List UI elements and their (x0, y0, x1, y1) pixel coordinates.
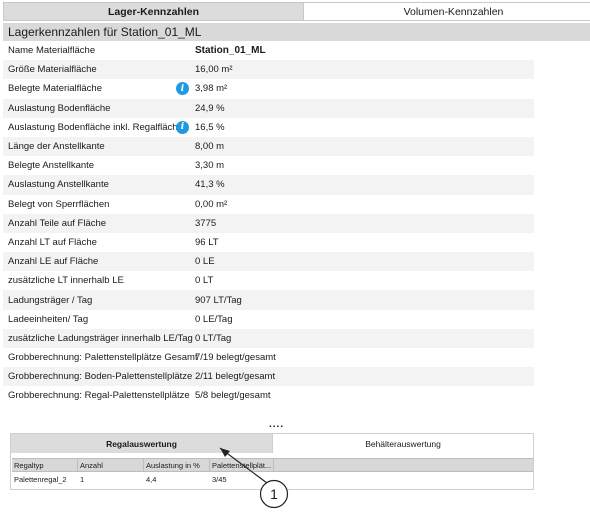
row-label: Grobberechnung: Boden-Palettenstellplätz… (8, 371, 193, 383)
row-value: 2/11 belegt/gesamt (195, 371, 276, 383)
grid-cell: Palettenregal_2 (14, 474, 67, 484)
row-label: Name Materialfläche (8, 45, 96, 57)
table-row: Größe Materialfläche 16,00 m² (3, 60, 534, 80)
row-value: 0 LE/Tag (195, 313, 233, 325)
row-value: 16,5 % (195, 121, 225, 133)
table-row: Grobberechnung: Regal-Palettenstellplätz… (3, 386, 534, 405)
row-label: Länge der Anstellkante (8, 141, 105, 153)
table-row: Grobberechnung: Boden-Palettenstellplätz… (3, 367, 534, 387)
row-value: 3,30 m (195, 160, 225, 172)
grid-cell: 3/45 (212, 474, 227, 484)
row-value: 0 LE (195, 256, 215, 268)
column-header-regaltyp[interactable]: Regaltyp (12, 459, 78, 471)
row-value: 3775 (195, 217, 217, 229)
table-row: Länge der Anstellkante 8,00 m (3, 136, 534, 157)
row-label: Größe Materialfläche (8, 64, 97, 76)
row-label: Auslastung Bodenfläche (8, 102, 111, 114)
column-header-auslastung[interactable]: Auslastung in % (144, 459, 210, 471)
row-value: 0,00 m² (195, 198, 228, 210)
row-label: Auslastung Bodenfläche inkl. Regalfläche (8, 121, 183, 133)
table-row: Belegte Anstellkante 3,30 m (3, 156, 534, 175)
row-label: zusätzliche LT innerhalb LE (8, 275, 124, 287)
table-row: Name Materialfläche Station_01_ML (3, 41, 534, 60)
row-value: Station_01_ML (195, 45, 266, 57)
row-label: Belegt von Sperrflächen (8, 198, 110, 210)
row-value: 0 LT (195, 275, 214, 287)
grid-cell (274, 472, 533, 486)
table-row: Auslastung Bodenfläche 24,9 % (3, 98, 534, 118)
row-label: Auslastung Anstellkante (8, 179, 109, 191)
top-tab-bar: Lager-Kennzahlen Volumen-Kennzahlen (3, 2, 590, 21)
table-row: Anzahl Teile auf Fläche 3775 (3, 213, 534, 233)
row-label: Anzahl Teile auf Fläche (8, 217, 107, 229)
regal-panel: Regalauswertung Behälterauswertung Regal… (10, 433, 534, 490)
table-row: Ladungsträger / Tag 907 LT/Tag (3, 290, 534, 310)
section-title: Lagerkennzahlen für Station_01_ML (3, 23, 590, 41)
table-row: Auslastung Bodenfläche inkl. Regalfläche… (3, 118, 534, 137)
column-header-palettenstellplaetze[interactable]: Palettenstellplät... (210, 459, 274, 471)
grid-cell: 1 (80, 474, 85, 484)
row-label: Ladungsträger / Tag (8, 294, 93, 306)
table-row: Grobberechnung: Palettenstellplätze Gesa… (3, 348, 534, 367)
column-header-anzahl[interactable]: Anzahl (78, 459, 144, 471)
row-value: 24,9 % (195, 102, 225, 114)
row-label: Grobberechnung: Regal-Palettenstellplätz… (8, 390, 190, 402)
row-value: 0 LT/Tag (195, 332, 232, 344)
kennzahlen-table: Name Materialfläche Station_01_ML Größe … (3, 41, 534, 406)
tab-volumen-kennzahlen[interactable]: Volumen-Kennzahlen (304, 2, 590, 21)
row-label: Anzahl LE auf Fläche (8, 256, 99, 268)
table-row: Belegte Materialfläche i 3,98 m² (3, 79, 534, 98)
grid-cell: 4,4 (146, 474, 157, 484)
table-row: Anzahl LT auf Fläche 96 LT (3, 233, 534, 252)
row-value: 3,98 m² (195, 83, 228, 95)
column-header-filler (274, 459, 533, 471)
row-value: 907 LT/Tag (195, 294, 242, 306)
row-value: 41,3 % (195, 179, 225, 191)
table-row: Auslastung Anstellkante 41,3 % (3, 175, 534, 195)
table-row: Ladeeinheiten/ Tag 0 LE/Tag (3, 310, 534, 329)
row-label: Ladeeinheiten/ Tag (8, 313, 89, 325)
row-value: 5/8 belegt/gesamt (195, 390, 271, 402)
row-value: 96 LT (195, 236, 219, 248)
table-row: zusätzliche Ladungsträger innerhalb LE/T… (3, 328, 534, 348)
row-label: Belegte Anstellkante (8, 160, 95, 172)
bottom-tab-bar: Regalauswertung Behälterauswertung (11, 434, 533, 453)
table-row: Anzahl LE auf Fläche 0 LE (3, 252, 534, 272)
table-row: Belegt von Sperrflächen 0,00 m² (3, 195, 534, 214)
tab-regalauswertung[interactable]: Regalauswertung (11, 434, 272, 453)
info-icon[interactable]: i (176, 120, 189, 134)
row-label: Anzahl LT auf Fläche (8, 236, 97, 248)
tab-behaelterauswertung[interactable]: Behälterauswertung (272, 434, 533, 453)
row-value: 8,00 m (195, 141, 225, 153)
table-row: zusätzliche LT innerhalb LE 0 LT (3, 271, 534, 290)
grid-header: Regaltyp Anzahl Auslastung in % Paletten… (12, 458, 533, 472)
row-value: 7/19 belegt/gesamt (195, 352, 276, 364)
tab-lager-kennzahlen[interactable]: Lager-Kennzahlen (3, 2, 304, 21)
row-label: zusätzliche Ladungsträger innerhalb LE/T… (8, 332, 193, 344)
row-label: Grobberechnung: Palettenstellplätze Gesa… (8, 352, 198, 364)
more-ellipsis[interactable]: .... (269, 419, 284, 430)
regal-grid: Regaltyp Anzahl Auslastung in % Paletten… (12, 458, 533, 486)
row-value: 16,00 m² (195, 64, 233, 76)
table-row[interactable]: Palettenregal_2 1 4,4 3/45 (12, 472, 533, 486)
row-label: Belegte Materialfläche (8, 83, 102, 95)
